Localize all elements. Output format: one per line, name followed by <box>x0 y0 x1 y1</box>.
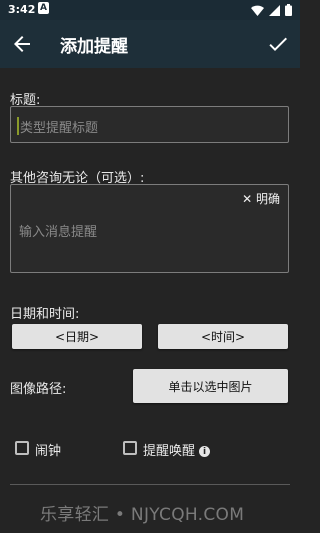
status-icons <box>251 4 292 16</box>
status-time: 3:42 <box>8 3 36 16</box>
wifi-icon <box>251 5 264 16</box>
back-arrow-icon[interactable] <box>10 32 34 56</box>
wakeup-label: 提醒唤醒 <box>143 444 196 459</box>
check-icon[interactable] <box>266 32 290 56</box>
select-image-button[interactable]: 单击以选中图片 <box>133 369 288 403</box>
message-placeholder: 输入消息提醒 <box>19 225 98 240</box>
notification-icon: A <box>38 2 49 14</box>
date-button[interactable]: <日期> <box>12 324 142 349</box>
toolbar: 添加提醒 <box>0 20 300 68</box>
alarm-label: 闹钟 <box>35 444 62 459</box>
time-button[interactable]: <时间> <box>158 324 288 349</box>
datetime-label: 日期和时间: <box>10 307 80 322</box>
wakeup-checkbox[interactable] <box>123 441 137 455</box>
clear-button[interactable]: ✕ 明确 <box>242 190 280 207</box>
watermark: 乐享轻汇 • NJYCQH.COM <box>40 505 245 525</box>
text-cursor <box>17 117 19 135</box>
image-path-label: 图像路径: <box>10 382 67 397</box>
status-bar: 3:42 A <box>0 0 300 20</box>
info-icon[interactable]: i <box>199 446 211 457</box>
title-input[interactable]: 类型提醒标题 <box>10 106 289 143</box>
signal-icon <box>269 4 280 16</box>
page-title: 添加提醒 <box>60 37 128 57</box>
message-input[interactable]: ✕ 明确 输入消息提醒 <box>10 184 289 273</box>
wakeup-label-row: 提醒唤醒 i <box>143 440 211 459</box>
alarm-checkbox[interactable] <box>15 441 29 455</box>
bottom-divider <box>10 484 290 485</box>
battery-icon <box>285 4 292 16</box>
title-placeholder: 类型提醒标题 <box>20 121 99 136</box>
